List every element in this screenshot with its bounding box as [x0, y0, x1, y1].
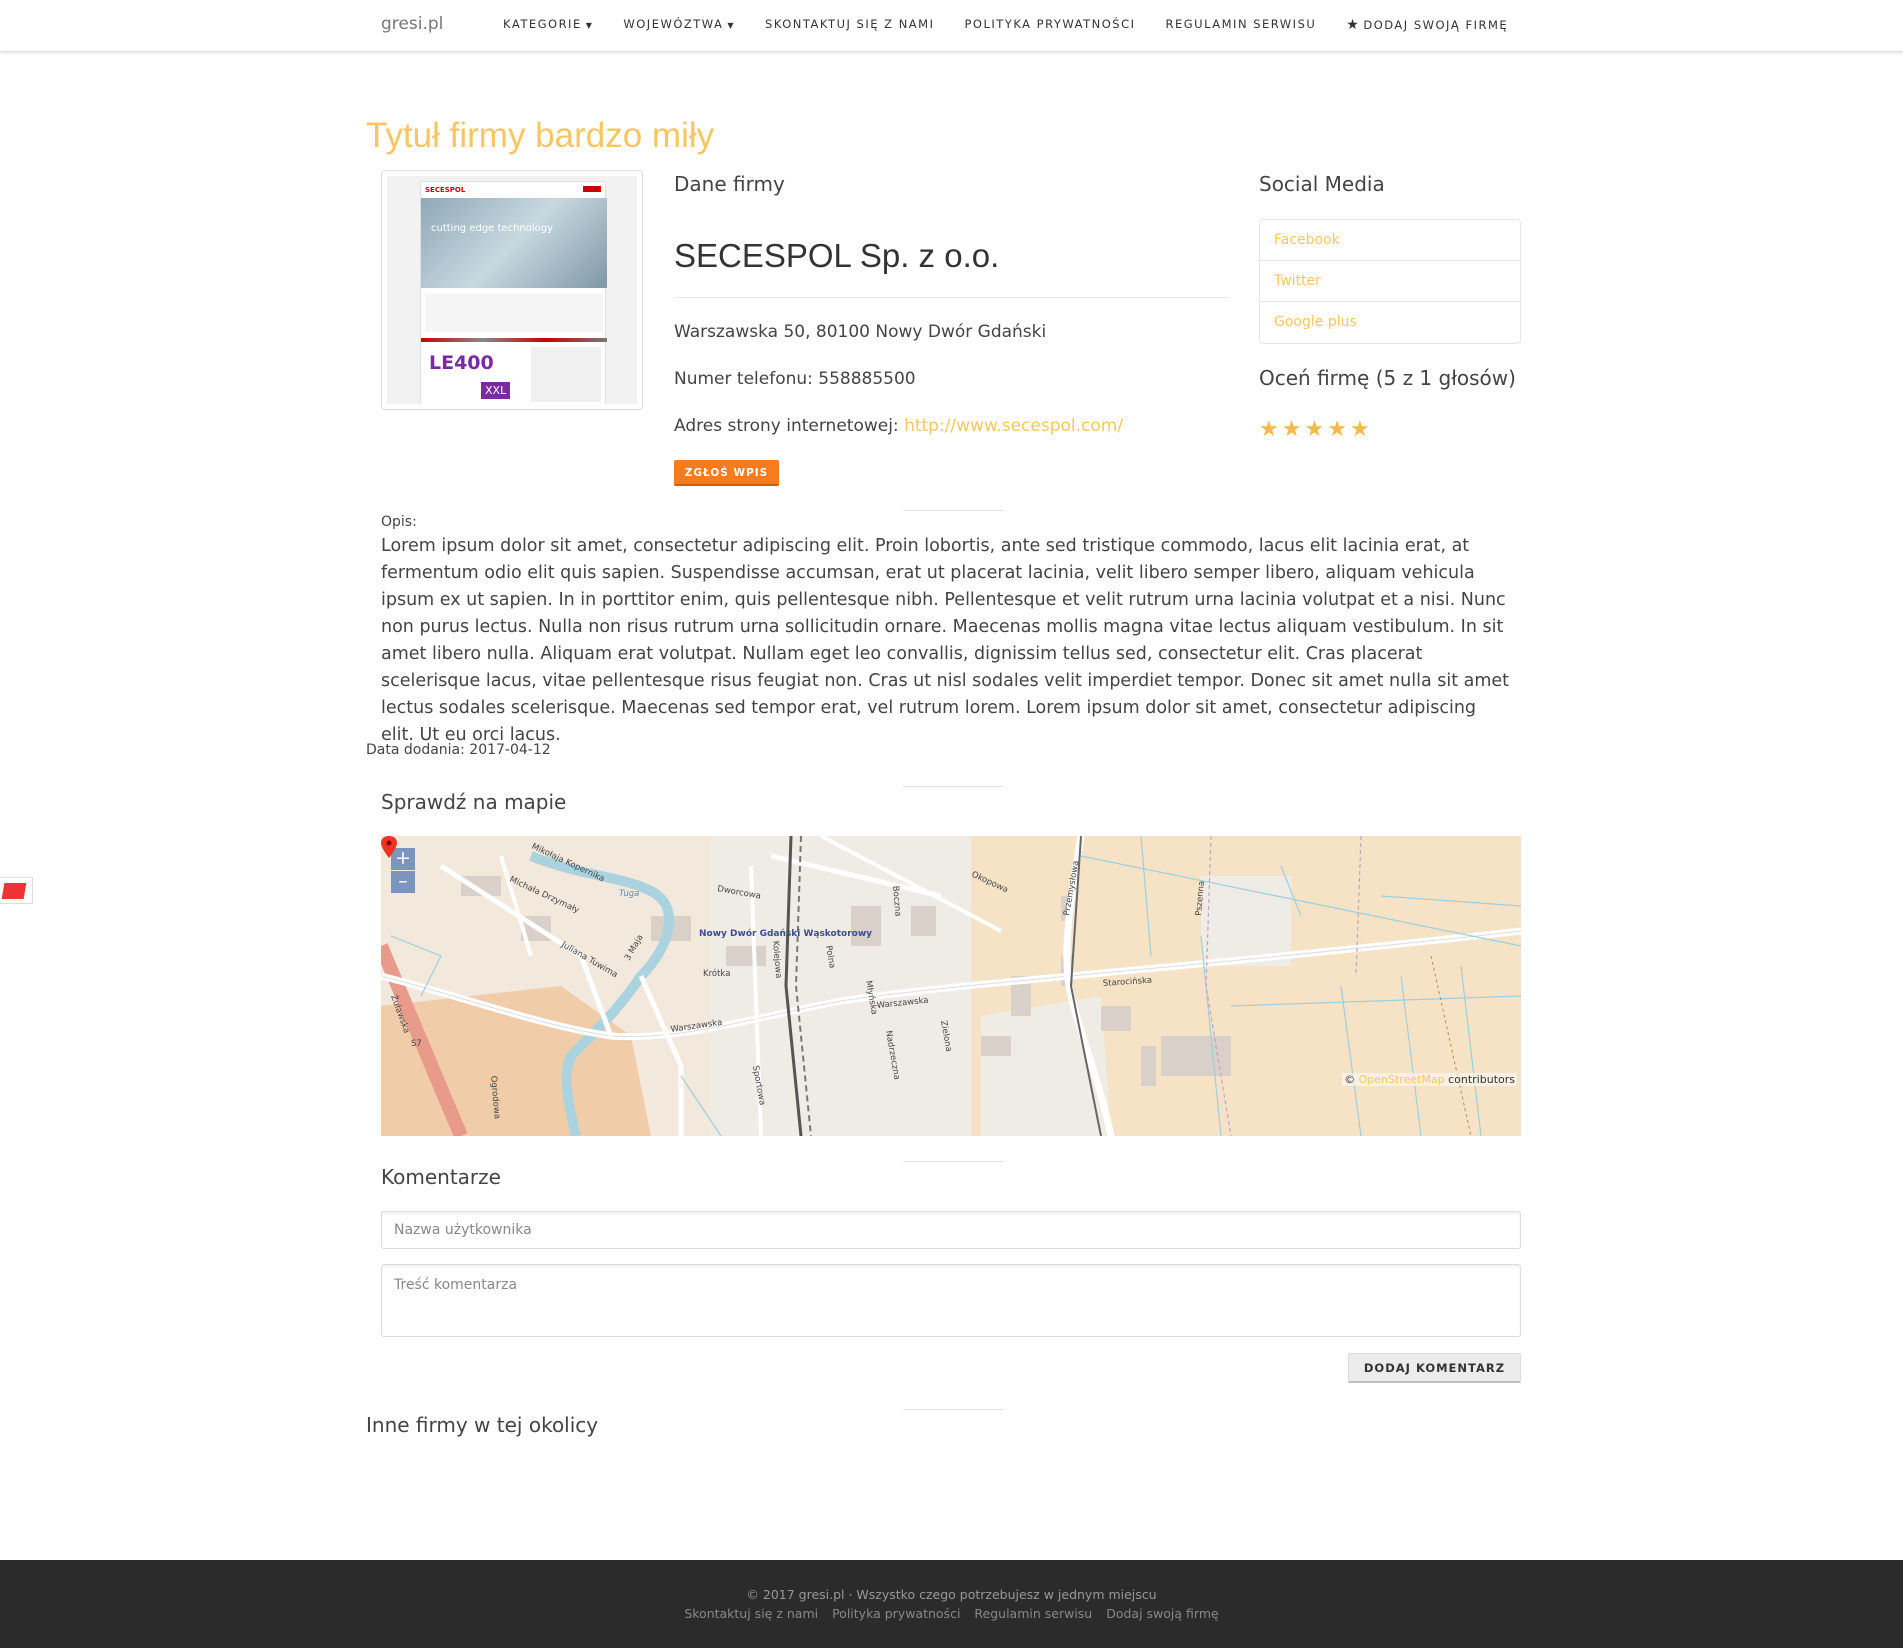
footer-link-regulamin[interactable]: Regulamin serwisu: [974, 1606, 1092, 1621]
map-label-station: Nowy Dwór Gdański Wąskotorowy: [699, 928, 872, 939]
thumbnail-hero: cutting edge technology: [421, 198, 607, 288]
map-tiles: Nowy Dwór Gdański Wąskotorowy Warszawska…: [381, 836, 1521, 1136]
map-label-krotka: Krótka: [703, 968, 730, 979]
map-label-s7: S7: [411, 1039, 422, 1049]
star-icon[interactable]: ★: [1304, 417, 1324, 442]
osm-link[interactable]: OpenStreetMap: [1359, 1073, 1445, 1086]
map-marker-icon[interactable]: [381, 836, 397, 858]
caret-down-icon: ▼: [727, 21, 736, 30]
company-address: Warszawska 50, 80100 Nowy Dwór Gdański: [674, 322, 1047, 342]
divider: [903, 510, 1003, 511]
thumbnail-xxl: XXL: [481, 382, 511, 399]
social-link-twitter[interactable]: Twitter: [1260, 261, 1520, 302]
website-link[interactable]: http://www.secespol.com/: [904, 416, 1123, 436]
footer-link-kontakt[interactable]: Skontaktuj się z nami: [684, 1606, 818, 1621]
caret-down-icon: ▼: [585, 21, 594, 30]
nav-item-wojewodztwa[interactable]: WOJEWÓZTWA ▼: [623, 17, 735, 33]
divider: [903, 1409, 1003, 1410]
footer: © 2017 gresi.pl · Wszystko czego potrzeb…: [0, 1560, 1903, 1648]
comment-textarea[interactable]: [381, 1264, 1521, 1337]
nav-item-polityka[interactable]: POLITYKA PRYWATNOŚCI: [964, 17, 1135, 33]
company-website: Adres strony internetowej: http://www.se…: [674, 416, 1123, 436]
comments-title: Komentarze: [381, 1165, 501, 1189]
company-section-title: Dane firmy: [674, 172, 785, 196]
divider: [903, 786, 1003, 787]
website-label: Adres strony internetowej:: [674, 416, 899, 436]
navbar: gresi.pl KATEGORIE ▼ WOJEWÓZTWA ▼ SKONTAKT…: [0, 0, 1903, 52]
map-label-tuga: Tuga: [619, 889, 639, 899]
social-link-facebook[interactable]: Facebook: [1260, 220, 1520, 261]
footer-link-polityka[interactable]: Polityka prywatności: [832, 1606, 960, 1621]
website-screenshot: SECESPOL cutting edge technology LE400 X…: [420, 181, 607, 404]
side-widget-icon[interactable]: [0, 877, 33, 904]
thumbnail-image: SECESPOL cutting edge technology LE400 X…: [387, 176, 637, 404]
username-input[interactable]: [381, 1211, 1521, 1249]
rating-title: Oceń firmę (5 z 1 głosów): [1259, 366, 1516, 390]
thumbnail-row: [425, 294, 603, 332]
nearby-title: Inne firmy w tej okolicy: [366, 1413, 599, 1437]
company-phone: Numer telefonu: 558885500: [674, 369, 916, 389]
star-icon: ★: [1346, 17, 1361, 33]
star-icon[interactable]: ★: [1327, 417, 1347, 442]
thumbnail-box: [531, 347, 601, 402]
brand-logo[interactable]: gresi.pl: [381, 14, 443, 34]
nav-label: SKONTAKTUJ SIĘ Z NAMI: [765, 17, 935, 31]
description-label: Opis:: [381, 514, 417, 530]
phone-value: 558885500: [818, 369, 916, 389]
add-comment-button[interactable]: DODAJ KOMENTARZ: [1348, 1353, 1521, 1383]
company-name: SECESPOL Sp. z o.o.: [674, 237, 1000, 274]
thumbnail-bar: [421, 338, 607, 342]
star-icon[interactable]: ★: [1259, 417, 1279, 442]
nav-label: WOJEWÓZTWA: [623, 17, 724, 31]
star-icon[interactable]: ★: [1350, 417, 1370, 442]
nav-label: REGULAMIN SERWISU: [1165, 17, 1317, 31]
nav-label: DODAJ SWOJĄ FIRMĘ: [1363, 18, 1509, 32]
nav-menu: KATEGORIE ▼ WOJEWÓZTWA ▼ SKONTAKTUJ SIĘ Z …: [503, 17, 1538, 33]
company-thumbnail: SECESPOL cutting edge technology LE400 X…: [381, 170, 643, 410]
page-title: Tytuł firmy bardzo miły: [366, 116, 715, 155]
divider: [674, 297, 1229, 298]
thumbnail-hero-text: cutting edge technology: [431, 223, 554, 234]
nav-item-kategorie[interactable]: KATEGORIE ▼: [503, 17, 593, 33]
zoom-out-button[interactable]: –: [391, 871, 415, 893]
nav-item-dodaj-firme[interactable]: ★ DODAJ SWOJĄ FIRMĘ: [1346, 17, 1508, 33]
divider: [903, 1161, 1003, 1162]
nav-item-regulamin[interactable]: REGULAMIN SERWISU: [1166, 17, 1317, 33]
thumbnail-decoration: [583, 186, 601, 192]
social-link-googleplus[interactable]: Google plus: [1260, 302, 1520, 343]
nav-item-kontakt[interactable]: SKONTAKTUJ SIĘ Z NAMI: [765, 17, 934, 33]
report-button[interactable]: ZGŁOŚ WPIS: [674, 460, 779, 486]
thumbnail-logo: SECESPOL: [425, 186, 466, 194]
star-icon[interactable]: ★: [1282, 417, 1302, 442]
rating-stars: ★ ★ ★ ★ ★: [1259, 417, 1373, 442]
social-title: Social Media: [1259, 172, 1385, 196]
attribution-suffix: contributors: [1448, 1073, 1515, 1086]
thumbnail-product: LE400: [429, 352, 494, 374]
footer-link-dodaj[interactable]: Dodaj swoją firmę: [1106, 1606, 1218, 1621]
attribution-prefix: ©: [1344, 1073, 1356, 1086]
nav-label: KATEGORIE: [503, 17, 582, 31]
nav-label: POLITYKA PRYWATNOŚCI: [964, 17, 1136, 31]
social-list: Facebook Twitter Google plus: [1259, 219, 1521, 344]
map[interactable]: Nowy Dwór Gdański Wąskotorowy Warszawska…: [381, 836, 1521, 1136]
map-attribution: © OpenStreetMap contributors: [1342, 1073, 1517, 1086]
map-title: Sprawdź na mapie: [381, 790, 567, 814]
date-added: Data dodania: 2017-04-12: [366, 742, 551, 758]
description-text: Lorem ipsum dolor sit amet, consectetur …: [381, 536, 1510, 745]
footer-links: Skontaktuj się z nami Polityka prywatnoś…: [0, 1606, 1903, 1621]
footer-copyright: © 2017 gresi.pl · Wszystko czego potrzeb…: [746, 1587, 1157, 1602]
phone-label: Numer telefonu:: [674, 369, 813, 389]
